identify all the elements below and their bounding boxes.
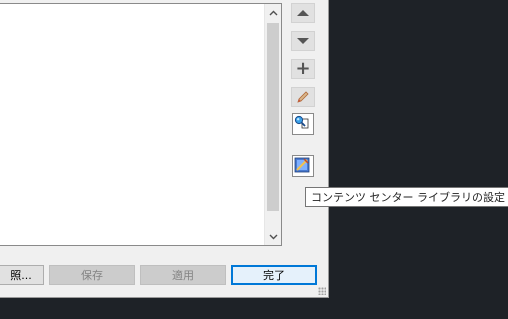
search-path-button[interactable] <box>291 113 315 135</box>
pencil-icon <box>297 91 309 103</box>
plus-icon: + <box>295 58 311 79</box>
add-button[interactable]: + <box>291 59 315 79</box>
edit-button[interactable] <box>291 87 315 107</box>
move-down-button[interactable] <box>291 31 315 51</box>
library-settings-icon <box>292 155 314 177</box>
triangle-up-icon <box>297 10 309 16</box>
library-list[interactable] <box>0 3 282 246</box>
save-button[interactable]: 保存 <box>49 265 135 285</box>
content-library-settings-button[interactable] <box>291 155 315 177</box>
done-button[interactable]: 完了 <box>231 265 317 285</box>
apply-button[interactable]: 適用 <box>140 265 226 285</box>
scroll-thumb[interactable] <box>267 23 279 211</box>
scroll-down-icon[interactable] <box>265 228 281 245</box>
resize-grip[interactable] <box>318 287 326 295</box>
dialog-panel: + 照... 保存 適用 完了 <box>0 0 329 298</box>
list-scrollbar[interactable] <box>264 4 281 245</box>
magnifier-document-icon <box>292 113 314 135</box>
tooltip-text: コンテンツ センター ライブラリの設定 <box>311 191 505 204</box>
tooltip: コンテンツ センター ライブラリの設定 <box>305 187 508 207</box>
scroll-up-icon[interactable] <box>265 4 281 21</box>
triangle-down-icon <box>297 38 309 44</box>
move-up-button[interactable] <box>291 3 315 23</box>
browse-button[interactable]: 照... <box>0 265 44 285</box>
